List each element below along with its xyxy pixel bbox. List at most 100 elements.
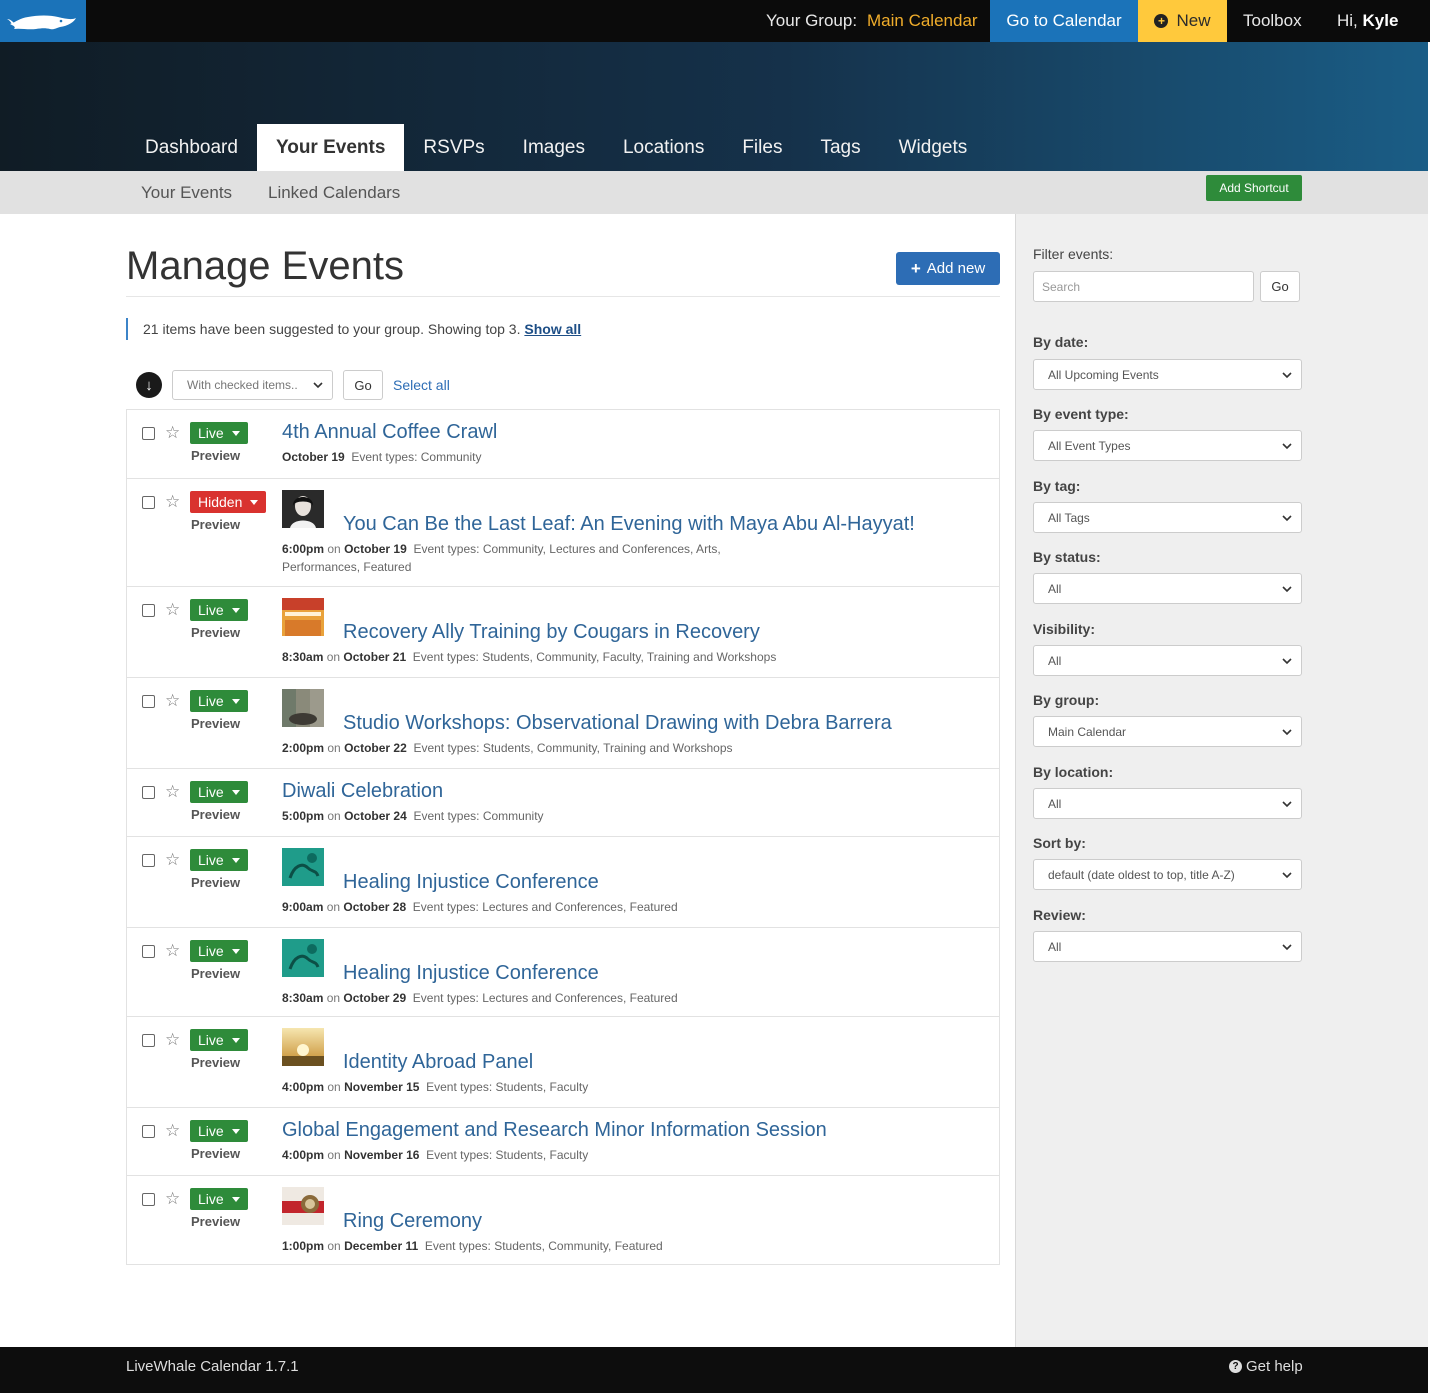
preview-link[interactable]: Preview (191, 807, 240, 822)
filter-label: By group: (1033, 692, 1100, 708)
tab-dashboard[interactable]: Dashboard (126, 124, 257, 171)
tag-filter-select[interactable]: All Tags (1033, 502, 1302, 533)
page-title: Manage Events (126, 244, 404, 288)
event-types: Students, Community, Featured (494, 1239, 663, 1253)
tab-widgets[interactable]: Widgets (880, 124, 987, 171)
event-title-link[interactable]: Ring Ceremony (343, 1210, 482, 1233)
event-checkbox[interactable] (142, 427, 155, 440)
preview-link[interactable]: Preview (191, 716, 240, 731)
event-title-link[interactable]: Healing Injustice Conference (343, 871, 599, 894)
event-type-filter-select[interactable]: All Event Types (1033, 430, 1302, 461)
event-row: ☆ Live Preview Ring Ceremony 1:00pm on D… (127, 1175, 999, 1264)
status-label: Live (198, 1123, 224, 1139)
new-button[interactable]: + New (1138, 0, 1227, 42)
event-title-link[interactable]: Diwali Celebration (282, 780, 443, 803)
show-all-link[interactable]: Show all (524, 321, 581, 337)
star-icon[interactable]: ☆ (165, 493, 180, 510)
status-dropdown[interactable]: Live (190, 940, 248, 962)
star-icon[interactable]: ☆ (165, 942, 180, 959)
visibility-filter-select[interactable]: All (1033, 645, 1302, 676)
event-title-link[interactable]: You Can Be the Last Leaf: An Evening wit… (343, 513, 915, 536)
event-title-link[interactable]: Recovery Ally Training by Cougars in Rec… (343, 621, 760, 644)
star-icon[interactable]: ☆ (165, 692, 180, 709)
event-thumbnail-image[interactable] (282, 598, 324, 636)
event-thumbnail-image[interactable] (282, 1187, 324, 1225)
sort-select[interactable]: default (date oldest to top, title A-Z) (1033, 859, 1302, 890)
event-title-link[interactable]: Identity Abroad Panel (343, 1051, 533, 1074)
star-icon[interactable]: ☆ (165, 424, 180, 441)
event-thumbnail-image[interactable] (282, 939, 324, 977)
add-new-button[interactable]: + Add new (896, 252, 1000, 285)
tab-files[interactable]: Files (723, 124, 801, 171)
livewhale-logo[interactable] (0, 0, 86, 42)
status-dropdown[interactable]: Live (190, 599, 248, 621)
subnav-your-events[interactable]: Your Events (141, 183, 232, 203)
preview-link[interactable]: Preview (191, 1214, 240, 1229)
star-icon[interactable]: ☆ (165, 851, 180, 868)
event-checkbox[interactable] (142, 496, 155, 509)
location-filter-select[interactable]: All (1033, 788, 1302, 819)
status-dropdown[interactable]: Live (190, 422, 248, 444)
event-checkbox[interactable] (142, 604, 155, 617)
filter-label: By status: (1033, 549, 1101, 565)
tab-rsvps[interactable]: RSVPs (404, 124, 503, 171)
star-icon[interactable]: ☆ (165, 783, 180, 800)
group-filter-select[interactable]: Main Calendar (1033, 716, 1302, 747)
event-thumbnail-image[interactable] (282, 689, 324, 727)
go-to-calendar-button[interactable]: Go to Calendar (990, 0, 1138, 42)
event-thumbnail-image[interactable] (282, 490, 324, 528)
date-filter-select[interactable]: All Upcoming Events (1033, 359, 1302, 390)
preview-link[interactable]: Preview (191, 625, 240, 640)
event-checkbox[interactable] (142, 1034, 155, 1047)
status-dropdown[interactable]: Live (190, 1120, 248, 1142)
status-dropdown[interactable]: Hidden (190, 491, 267, 513)
add-shortcut-button[interactable]: Add Shortcut (1206, 175, 1302, 201)
status-dropdown[interactable]: Live (190, 781, 248, 803)
preview-link[interactable]: Preview (191, 448, 240, 463)
review-filter-select[interactable]: All (1033, 931, 1302, 962)
event-checkbox[interactable] (142, 1125, 155, 1138)
tab-locations[interactable]: Locations (604, 124, 723, 171)
preview-link[interactable]: Preview (191, 966, 240, 981)
tab-tags[interactable]: Tags (801, 124, 879, 171)
status-dropdown[interactable]: Live (190, 849, 248, 871)
event-title-link[interactable]: Healing Injustice Conference (343, 962, 599, 985)
event-time: 8:30am (282, 991, 324, 1005)
preview-link[interactable]: Preview (191, 875, 240, 890)
user-menu[interactable]: Hi, Kyle (1337, 11, 1398, 31)
event-checkbox[interactable] (142, 786, 155, 799)
star-icon[interactable]: ☆ (165, 1190, 180, 1207)
tab-images[interactable]: Images (504, 124, 604, 171)
event-checkbox[interactable] (142, 945, 155, 958)
star-icon[interactable]: ☆ (165, 1031, 180, 1048)
group-name-link[interactable]: Main Calendar (867, 11, 978, 31)
subnav-linked-calendars[interactable]: Linked Calendars (268, 183, 400, 203)
event-types-label: Event types: (424, 1239, 491, 1253)
search-input[interactable]: Search (1033, 271, 1254, 302)
event-title-link[interactable]: 4th Annual Coffee Crawl (282, 421, 497, 444)
get-help-link[interactable]: ? Get help (1229, 1358, 1303, 1375)
bulk-go-button[interactable]: Go (343, 370, 383, 400)
event-checkbox[interactable] (142, 854, 155, 867)
event-checkbox[interactable] (142, 1193, 155, 1206)
select-all-link[interactable]: Select all (393, 377, 450, 393)
preview-link[interactable]: Preview (191, 1146, 240, 1161)
status-dropdown[interactable]: Live (190, 1188, 248, 1210)
event-thumbnail-image[interactable] (282, 848, 324, 886)
event-thumbnail-image[interactable] (282, 1028, 324, 1066)
event-checkbox[interactable] (142, 695, 155, 708)
preview-link[interactable]: Preview (191, 517, 240, 532)
star-icon[interactable]: ☆ (165, 601, 180, 618)
select-value: All Tags (1048, 510, 1090, 525)
event-title-link[interactable]: Global Engagement and Research Minor Inf… (282, 1119, 827, 1142)
bulk-action-select[interactable]: With checked items.. (172, 370, 333, 400)
search-go-button[interactable]: Go (1260, 271, 1300, 302)
status-dropdown[interactable]: Live (190, 690, 248, 712)
event-title-link[interactable]: Studio Workshops: Observational Drawing … (343, 712, 892, 735)
toolbox-link[interactable]: Toolbox (1243, 11, 1302, 31)
status-filter-select[interactable]: All (1033, 573, 1302, 604)
status-dropdown[interactable]: Live (190, 1029, 248, 1051)
star-icon[interactable]: ☆ (165, 1122, 180, 1139)
tab-your-events[interactable]: Your Events (256, 124, 405, 171)
preview-link[interactable]: Preview (191, 1055, 240, 1070)
